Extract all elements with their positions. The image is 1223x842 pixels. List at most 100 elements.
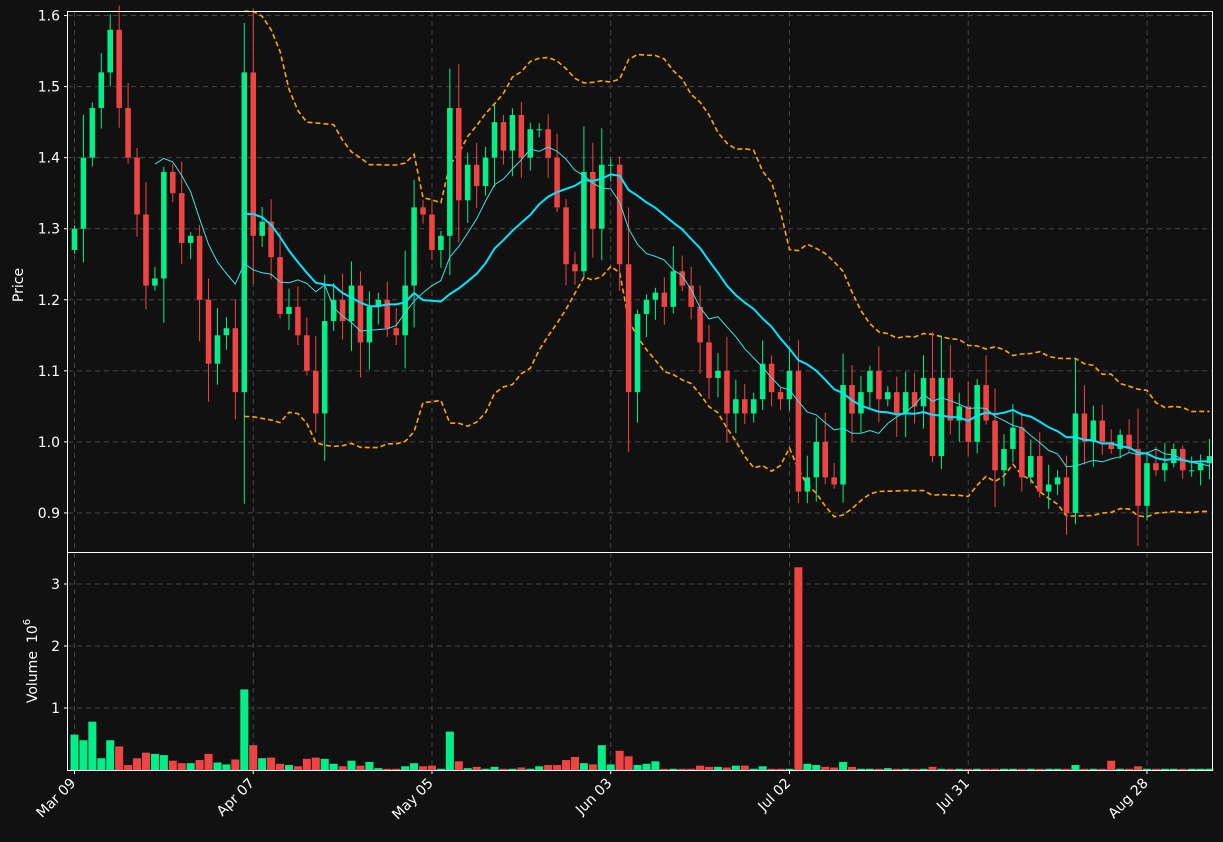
volume-bar xyxy=(267,757,276,770)
volume-bar xyxy=(1017,768,1026,770)
volume-bar xyxy=(490,766,499,770)
volume-bar xyxy=(794,567,803,770)
volume-bar xyxy=(562,760,571,770)
volume-bar xyxy=(937,768,946,770)
candle-body xyxy=(786,370,793,400)
volume-bar xyxy=(767,768,776,770)
candle-body xyxy=(80,157,87,229)
volume-bar xyxy=(919,768,928,770)
candle-body xyxy=(321,321,328,414)
volume-tick-label: 3 xyxy=(51,577,60,593)
volume-bar xyxy=(284,765,293,770)
volume-tick-label: 1 xyxy=(51,701,60,717)
volume-bar xyxy=(892,768,901,770)
candle-body xyxy=(1072,413,1079,513)
volume-bar xyxy=(222,764,231,770)
candle-body xyxy=(634,313,641,393)
candle-body xyxy=(1036,456,1043,492)
volume-axis-label: Volume 106 xyxy=(22,619,41,703)
price-axis-label: Price xyxy=(11,268,27,302)
candle-body xyxy=(348,285,355,322)
candle-body xyxy=(1054,477,1061,485)
candle-body xyxy=(813,441,820,478)
volume-bar xyxy=(374,768,383,770)
volume-bar xyxy=(579,763,588,770)
candle-body xyxy=(715,370,721,378)
candle-body xyxy=(1010,427,1016,449)
volume-bar xyxy=(651,761,660,770)
volume-bar xyxy=(365,761,374,770)
volume-bar xyxy=(106,740,115,770)
volume-bar xyxy=(79,740,88,770)
volume-bar xyxy=(731,765,740,770)
candle-body xyxy=(357,285,364,343)
volume-bar xyxy=(839,761,848,770)
volume-bar xyxy=(1134,766,1143,770)
candle-body xyxy=(733,399,739,414)
volume-bar xyxy=(276,763,285,770)
candle-body xyxy=(1090,420,1097,442)
candle-body xyxy=(232,328,239,393)
x-tick-label: May 05 xyxy=(389,776,437,824)
price-tick-label: 1.4 xyxy=(38,151,60,167)
candle-body xyxy=(536,129,542,131)
volume-bar xyxy=(320,758,329,770)
candle-body xyxy=(241,72,248,393)
price-tick-label: 1.3 xyxy=(38,222,60,238)
candle-body xyxy=(223,328,230,336)
candle-body xyxy=(161,171,167,279)
volume-bar xyxy=(1160,768,1169,770)
candle-body xyxy=(1063,477,1070,513)
volume-bar xyxy=(1151,768,1160,770)
candle-body xyxy=(840,385,846,485)
volume-bar xyxy=(749,768,758,770)
volume-bar xyxy=(776,768,785,770)
volume-bar xyxy=(472,766,481,770)
volume-bar xyxy=(124,765,133,770)
candle-body xyxy=(858,392,864,414)
volume-bar xyxy=(722,767,731,770)
candle-body xyxy=(313,370,319,414)
candle-body xyxy=(947,377,954,421)
volume-bar xyxy=(1035,768,1044,770)
volume-bar xyxy=(410,763,419,770)
volume-bar xyxy=(713,766,722,770)
candle-body xyxy=(804,477,811,492)
volume-bar xyxy=(97,758,106,770)
candle-body xyxy=(777,392,784,400)
candle-body xyxy=(429,214,435,251)
volume-bar xyxy=(570,756,579,770)
price-tick-label: 1.6 xyxy=(38,9,60,25)
candle-body xyxy=(750,399,757,414)
candle-body xyxy=(527,129,534,158)
candle-body xyxy=(625,264,632,393)
candle-body xyxy=(491,122,498,158)
volume-bar xyxy=(517,767,526,770)
price-tick-label: 1.5 xyxy=(38,80,60,96)
volume-bar xyxy=(874,768,883,770)
volume-bar xyxy=(356,765,365,770)
volume-bar xyxy=(660,768,669,770)
candle-body xyxy=(482,157,489,187)
volume-bar xyxy=(445,731,454,770)
candle-body xyxy=(107,29,113,73)
volume-bar xyxy=(508,768,517,770)
volume-bar xyxy=(830,767,839,770)
candle-body xyxy=(938,377,945,457)
volume-bar xyxy=(1044,768,1053,770)
x-tick-label: Jul 31 xyxy=(933,776,973,816)
candle-body xyxy=(581,171,587,272)
volume-bar xyxy=(785,768,794,770)
volume-bar xyxy=(848,766,857,770)
volume-bar xyxy=(1089,768,1098,770)
volume-bar xyxy=(553,765,562,770)
volume-bar xyxy=(999,768,1008,770)
candle-body xyxy=(393,328,399,336)
moving-averages xyxy=(154,146,1210,468)
volume-bar xyxy=(463,768,472,770)
volume-bar xyxy=(159,755,168,770)
candle-body xyxy=(1028,456,1034,478)
candle-body xyxy=(545,129,551,158)
candle-body xyxy=(152,278,158,286)
candle-body xyxy=(187,235,194,243)
